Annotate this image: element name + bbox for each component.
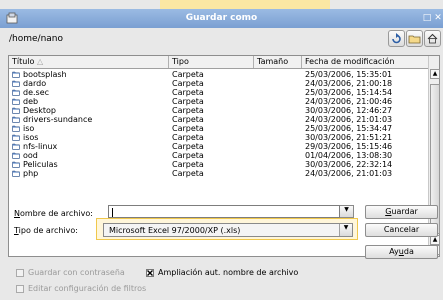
file-name: ood (23, 151, 38, 160)
list-item[interactable]: drivers-sundance Carpeta 24/03/2006, 21:01… (9, 115, 429, 124)
file-type: Carpeta (172, 124, 204, 133)
file-type: Carpeta (172, 79, 204, 88)
file-modified: 30/03/2006, 21:51:21 (305, 133, 393, 142)
folder-icon (12, 152, 20, 159)
file-modified: 25/03/2006, 15:34:47 (305, 124, 393, 133)
list-item[interactable]: deb Carpeta 24/03/2006, 21:00:46 (9, 97, 429, 106)
column-modified[interactable]: Fecha de modificación (302, 56, 429, 68)
file-modified: 30/03/2006, 12:46:27 (305, 106, 393, 115)
column-type[interactable]: Tipo (169, 56, 254, 68)
cancel-button[interactable]: Cancelar (365, 223, 438, 237)
list-item[interactable]: Peliculas Carpeta 30/03/2006, 22:32:14 (9, 160, 429, 169)
file-modified: 30/03/2006, 22:32:14 (305, 160, 393, 169)
list-item[interactable]: dardo Carpeta 24/03/2006, 21:00:18 (9, 79, 429, 88)
list-item[interactable]: nfs-linux Carpeta 29/03/2006, 15:15:46 (9, 142, 429, 151)
file-name: isos (23, 133, 39, 142)
folder-icon (12, 161, 20, 168)
list-item[interactable]: de.sec Carpeta 25/03/2006, 15:14:54 (9, 88, 429, 97)
file-modified: 24/03/2006, 21:01:03 (305, 115, 393, 124)
folder-icon (12, 71, 20, 78)
scroll-up-arrow-icon[interactable]: ▲ (430, 69, 440, 79)
file-type: Carpeta (172, 70, 204, 79)
new-folder-button[interactable] (406, 30, 423, 47)
file-name: dardo (23, 79, 47, 88)
filename-history-dropdown[interactable]: ▼ (340, 205, 354, 218)
column-size[interactable]: Tamaño (254, 56, 302, 68)
folder-icon (12, 116, 20, 123)
file-modified: 29/03/2006, 15:15:46 (305, 142, 393, 151)
file-name: drivers-sundance (23, 115, 93, 124)
file-type: Carpeta (172, 151, 204, 160)
list-item[interactable]: bootsplash Carpeta 25/03/2006, 15:35:01 (9, 70, 429, 79)
file-name: de.sec (23, 88, 50, 97)
file-modified: 01/04/2006, 13:08:30 (305, 151, 393, 160)
file-name: bootsplash (23, 70, 67, 79)
folder-icon (12, 98, 20, 105)
list-header: Título △ Tipo Tamaño Fecha de modificaci… (9, 56, 429, 69)
extension-checkbox-label: Ampliación aut. nombre de archivo (158, 268, 299, 277)
filter-checkbox-label: Editar configuración de filtros (28, 284, 147, 293)
file-type: Carpeta (172, 133, 204, 142)
folder-icon (12, 170, 20, 177)
filetype-value: Microsoft Excel 97/2000/XP (.xls) (109, 226, 241, 235)
file-name: nfs-linux (23, 142, 58, 151)
file-modified: 25/03/2006, 15:14:54 (305, 88, 393, 97)
save-button[interactable]: Guardar (365, 205, 438, 219)
folder-icon (12, 143, 20, 150)
text-cursor (112, 208, 113, 217)
filetype-select[interactable]: Microsoft Excel 97/2000/XP (.xls) ▼ (103, 223, 353, 237)
list-item[interactable]: iso Carpeta 25/03/2006, 15:34:47 (9, 124, 429, 133)
list-item[interactable]: isos Carpeta 30/03/2006, 21:51:21 (9, 133, 429, 142)
file-modified: 24/03/2006, 21:01:03 (305, 169, 393, 178)
current-path: /home/nano (9, 34, 64, 44)
new-folder-icon (408, 35, 421, 44)
file-modified: 25/03/2006, 15:35:01 (305, 70, 393, 79)
list-item[interactable]: ood Carpeta 01/04/2006, 13:08:30 (9, 151, 429, 160)
file-type: Carpeta (172, 106, 204, 115)
list-item[interactable]: Desktop Carpeta 30/03/2006, 12:46:27 (9, 106, 429, 115)
folder-icon (12, 89, 20, 96)
file-type: Carpeta (172, 160, 204, 169)
close-icon[interactable]: ✕ (433, 13, 443, 23)
file-name: deb (23, 97, 39, 106)
home-button[interactable] (424, 30, 441, 47)
filter-checkbox[interactable] (16, 285, 24, 293)
folder-icon (12, 80, 20, 87)
filetype-label: Tipo de archivo: (14, 226, 78, 235)
file-modified: 24/03/2006, 21:00:46 (305, 97, 393, 106)
folder-icon (12, 134, 20, 141)
password-checkbox-label: Guardar con contraseña (28, 268, 125, 277)
checkmark-icon (147, 270, 153, 276)
extension-checkbox[interactable] (146, 269, 154, 277)
file-type: Carpeta (172, 142, 204, 151)
file-name: Peliculas (23, 160, 58, 169)
filename-label: Nombre de archivo: (14, 209, 93, 218)
up-folder-button[interactable] (388, 30, 405, 47)
title-bar[interactable]: Guardar como □ ✕ (0, 9, 443, 28)
chevron-down-icon: ▼ (340, 206, 353, 217)
home-icon (427, 33, 438, 44)
folder-icon (12, 125, 20, 132)
folder-icon (12, 107, 20, 114)
file-type: Carpeta (172, 115, 204, 124)
file-type: Carpeta (172, 169, 204, 178)
file-name: Desktop (23, 106, 56, 115)
file-modified: 24/03/2006, 21:00:18 (305, 79, 393, 88)
up-folder-icon (392, 33, 401, 44)
password-checkbox[interactable] (16, 269, 24, 277)
list-item[interactable]: php Carpeta 24/03/2006, 21:01:03 (9, 169, 429, 178)
column-title[interactable]: Título △ (9, 56, 169, 68)
file-name: php (23, 169, 39, 178)
help-button[interactable]: Ayuda (365, 245, 438, 259)
file-type: Carpeta (172, 97, 204, 106)
chevron-down-icon: ▼ (339, 224, 352, 236)
filename-input[interactable] (108, 205, 340, 218)
maximize-icon[interactable]: □ (422, 13, 432, 23)
file-type: Carpeta (172, 88, 204, 97)
file-name: iso (23, 124, 35, 133)
window-title: Guardar como (185, 13, 258, 23)
